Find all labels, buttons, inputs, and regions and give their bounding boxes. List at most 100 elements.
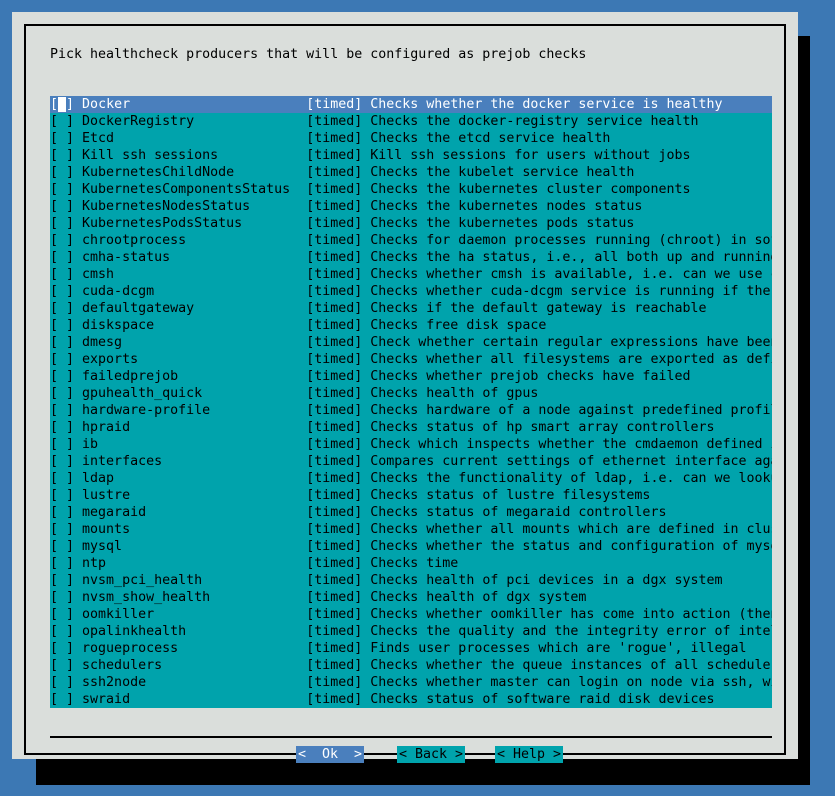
list-item[interactable]: [ ] KubernetesNodesStatus [timed] Checks… bbox=[50, 198, 772, 215]
list-item[interactable]: [ ] swraid [timed] Checks status of soft… bbox=[50, 691, 772, 708]
producer-name: lustre bbox=[74, 488, 307, 503]
timed-tag: [timed] bbox=[306, 352, 371, 367]
list-item[interactable]: [ ] diskspace [timed] Checks free disk s… bbox=[50, 317, 772, 334]
checkbox-icon[interactable]: [ ] bbox=[50, 573, 74, 588]
producer-description: Checks health of pci devices in a dgx sy… bbox=[370, 573, 723, 588]
checkbox-icon[interactable]: [ ] bbox=[50, 658, 74, 673]
checkbox-icon[interactable]: [ ] bbox=[50, 284, 74, 299]
list-item[interactable]: [ ] KubernetesComponentsStatus [timed] C… bbox=[50, 181, 772, 198]
checkbox-icon[interactable]: [ ] bbox=[50, 437, 74, 452]
back-button[interactable]: < Back > bbox=[397, 746, 466, 764]
checkbox-icon[interactable]: [ ] bbox=[50, 675, 74, 690]
list-item[interactable]: [ ] chrootprocess [timed] Checks for dae… bbox=[50, 232, 772, 249]
checkbox-icon[interactable]: [ ] bbox=[50, 420, 74, 435]
checkbox-icon[interactable]: [ ] bbox=[50, 607, 74, 622]
list-item[interactable]: [ ] KubernetesChildNode [timed] Checks t… bbox=[50, 164, 772, 181]
checkbox-icon[interactable]: [ ] bbox=[50, 692, 74, 707]
producer-name: KubernetesNodesStatus bbox=[74, 199, 307, 214]
list-item[interactable]: [ ] Etcd [timed] Checks the etcd service… bbox=[50, 130, 772, 147]
checkbox-icon[interactable]: [ ] bbox=[50, 199, 74, 214]
checkbox-icon[interactable]: [ ] bbox=[50, 250, 74, 265]
dialog-inner-frame: Pick healthcheck producers that will be … bbox=[24, 24, 786, 764]
checkbox-icon[interactable]: [ ] bbox=[50, 539, 74, 554]
producer-description: Checks the functionality of ldap, i.e. c… bbox=[370, 471, 772, 486]
list-item[interactable]: [ ] hardware-profile [timed] Checks hard… bbox=[50, 402, 772, 419]
timed-tag: [timed] bbox=[306, 573, 371, 588]
checkbox-icon[interactable]: [ ] bbox=[50, 641, 74, 656]
list-item[interactable]: [ ] ntp [timed] Checks time bbox=[50, 555, 772, 572]
list-item[interactable]: [ ] Docker [timed] Checks whether the do… bbox=[50, 96, 772, 113]
list-item[interactable]: [ ] gpuhealth_quick [timed] Checks healt… bbox=[50, 385, 772, 402]
producer-name: KubernetesChildNode bbox=[74, 165, 307, 180]
checkbox-icon[interactable]: [ ] bbox=[50, 131, 74, 146]
checkbox-icon[interactable]: [ ] bbox=[50, 386, 74, 401]
checkbox-icon[interactable]: [ ] bbox=[50, 114, 74, 129]
list-item[interactable]: [ ] exports [timed] Checks whether all f… bbox=[50, 351, 772, 368]
checkbox-icon[interactable]: [ ] bbox=[50, 403, 74, 418]
list-item[interactable]: [ ] opalinkhealth [timed] Checks the qua… bbox=[50, 623, 772, 640]
list-item[interactable]: [ ] schedulers [timed] Checks whether th… bbox=[50, 657, 772, 674]
list-item[interactable]: [ ] KubernetesPodsStatus [timed] Checks … bbox=[50, 215, 772, 232]
producer-name: nvsm_show_health bbox=[74, 590, 307, 605]
checkbox-icon[interactable]: [ ] bbox=[50, 590, 74, 605]
list-item[interactable]: [ ] dmesg [timed] Check whether certain … bbox=[50, 334, 772, 351]
checkbox-icon[interactable]: [ ] bbox=[50, 488, 74, 503]
timed-tag: [timed] bbox=[306, 386, 371, 401]
checkbox-icon[interactable]: [ ] bbox=[50, 165, 74, 180]
list-item[interactable]: [ ] megaraid [timed] Checks status of me… bbox=[50, 504, 772, 521]
timed-tag: [timed] bbox=[306, 471, 371, 486]
checkbox-icon[interactable]: [ ] bbox=[50, 233, 74, 248]
ok-button[interactable]: < Ok > bbox=[296, 746, 365, 764]
producer-description: Checks status of lustre filesystems bbox=[370, 488, 651, 503]
checkbox-icon[interactable]: [ ] bbox=[50, 267, 74, 282]
checkbox-icon[interactable]: [ ] bbox=[50, 522, 74, 537]
healthcheck-producer-list[interactable]: [ ] Docker [timed] Checks whether the do… bbox=[50, 96, 772, 708]
producer-name: DockerRegistry bbox=[74, 114, 307, 129]
producer-name: oomkiller bbox=[74, 607, 307, 622]
checkbox-icon[interactable]: [ ] bbox=[50, 182, 74, 197]
list-item[interactable]: [ ] ldap [timed] Checks the functionalit… bbox=[50, 470, 772, 487]
list-item[interactable]: [ ] nvsm_pci_health [timed] Checks healt… bbox=[50, 572, 772, 589]
checkbox-icon[interactable]: [ ] bbox=[50, 301, 74, 316]
timed-tag: [timed] bbox=[306, 437, 371, 452]
list-item[interactable]: [ ] hpraid [timed] Checks status of hp s… bbox=[50, 419, 772, 436]
checkbox-icon[interactable]: [ ] bbox=[50, 624, 74, 639]
list-item[interactable]: [ ] DockerRegistry [timed] Checks the do… bbox=[50, 113, 772, 130]
checkbox-icon[interactable]: [ ] bbox=[50, 216, 74, 231]
list-item[interactable]: [ ] lustre [timed] Checks status of lust… bbox=[50, 487, 772, 504]
checkbox-icon[interactable]: [ ] bbox=[50, 369, 74, 384]
producer-description: Checks hardware of a node against predef… bbox=[370, 403, 772, 418]
checkbox-icon[interactable]: [ ] bbox=[50, 318, 74, 333]
list-item[interactable]: [ ] nvsm_show_health [timed] Checks heal… bbox=[50, 589, 772, 606]
timed-tag: [timed] bbox=[306, 488, 371, 503]
checkbox-icon[interactable]: [ ] bbox=[50, 471, 74, 486]
checkbox-icon[interactable]: [ ] bbox=[50, 556, 74, 571]
list-item[interactable]: [ ] rogueprocess [timed] Finds user proc… bbox=[50, 640, 772, 657]
list-item[interactable]: [ ] cmha-status [timed] Checks the ha st… bbox=[50, 249, 772, 266]
list-item[interactable]: [ ] failedprejob [timed] Checks whether … bbox=[50, 368, 772, 385]
list-item[interactable]: [ ] oomkiller [timed] Checks whether oom… bbox=[50, 606, 772, 623]
checkbox-icon[interactable]: [ ] bbox=[50, 352, 74, 367]
list-item[interactable]: [ ] mysql [timed] Checks whether the sta… bbox=[50, 538, 772, 555]
producer-description: Checks health of dgx system bbox=[370, 590, 587, 605]
checkbox-icon[interactable]: [ ] bbox=[50, 454, 74, 469]
list-item[interactable]: [ ] mounts [timed] Checks whether all mo… bbox=[50, 521, 772, 538]
producer-name: schedulers bbox=[74, 658, 307, 673]
checkbox-icon[interactable]: [ ] bbox=[50, 335, 74, 350]
producer-description: Checks the ha status, i.e., all both up … bbox=[370, 250, 772, 265]
checkbox-icon[interactable]: [ ] bbox=[50, 97, 74, 112]
list-item[interactable]: [ ] defaultgateway [timed] Checks if the… bbox=[50, 300, 772, 317]
list-item[interactable]: [ ] interfaces [timed] Compares current … bbox=[50, 453, 772, 470]
list-item[interactable]: [ ] ssh2node [timed] Checks whether mast… bbox=[50, 674, 772, 691]
list-item[interactable]: [ ] ib [timed] Check which inspects whet… bbox=[50, 436, 772, 453]
list-item[interactable]: [ ] cuda-dcgm [timed] Checks whether cud… bbox=[50, 283, 772, 300]
producer-description: Checks the kubernetes nodes status bbox=[370, 199, 643, 214]
producer-name: KubernetesComponentsStatus bbox=[74, 182, 307, 197]
help-button[interactable]: < Help > bbox=[495, 746, 564, 764]
list-item[interactable]: [ ] Kill ssh sessions [timed] Kill ssh s… bbox=[50, 147, 772, 164]
checkbox-icon[interactable]: [ ] bbox=[50, 148, 74, 163]
checkbox-icon[interactable]: [ ] bbox=[50, 505, 74, 520]
list-item[interactable]: [ ] cmsh [timed] Checks whether cmsh is … bbox=[50, 266, 772, 283]
producer-description: Checks the kubelet service health bbox=[370, 165, 635, 180]
timed-tag: [timed] bbox=[306, 590, 371, 605]
